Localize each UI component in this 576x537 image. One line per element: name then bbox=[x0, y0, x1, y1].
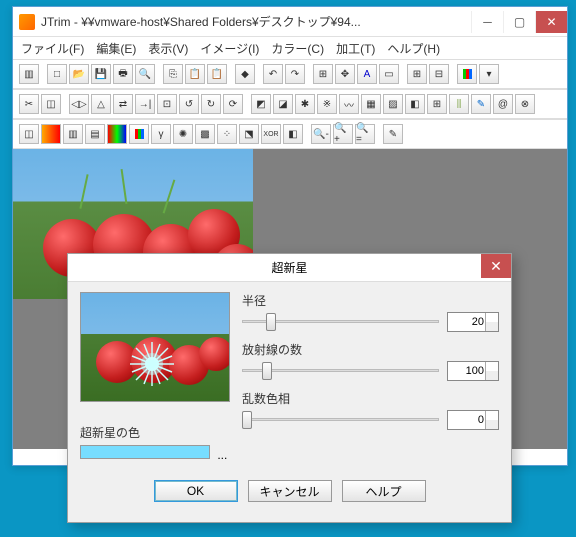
maximize-button[interactable]: ▢ bbox=[503, 11, 535, 33]
radius-slider[interactable] bbox=[242, 311, 439, 333]
new-icon[interactable]: □ bbox=[47, 64, 67, 84]
hue-slider[interactable] bbox=[242, 409, 439, 431]
burst-icon[interactable]: ✺ bbox=[173, 124, 193, 144]
checker-icon[interactable]: ▩ bbox=[195, 124, 215, 144]
open-icon[interactable]: 📂 bbox=[69, 64, 89, 84]
undo-icon[interactable]: ↶ bbox=[263, 64, 283, 84]
hue-icon[interactable] bbox=[107, 124, 127, 144]
redo-icon[interactable]: ↷ bbox=[285, 64, 305, 84]
move-icon[interactable]: ✥ bbox=[335, 64, 355, 84]
menu-edit[interactable]: 編集(E) bbox=[92, 38, 140, 59]
window-title: JTrim - ¥¥vmware-host¥Shared Folders¥デスク… bbox=[41, 13, 471, 30]
menu-bar: ファイル(F) 編集(E) 表示(V) イメージ(I) カラー(C) 加工(T)… bbox=[13, 37, 567, 59]
rays-slider[interactable] bbox=[242, 360, 439, 382]
rotr-icon[interactable]: ↻ bbox=[201, 94, 221, 114]
toolbar-2: ✂ ◫ ◁▷ △ ⇄ →| ⊡ ↺ ↻ ⟳ ◩ ◪ ✱ ※ 〰 ▦ ▨ ◧ ⊞ … bbox=[13, 89, 567, 119]
color-label: 超新星の色 bbox=[80, 424, 230, 441]
toolbar-1: ▥ □ 📂 💾 🖶 🔍 ⎘ 📋 📋 ◆ ↶ ↷ ⊞ ✥ A ▭ ⊞ ⊟ ▾ bbox=[13, 59, 567, 89]
ok-button[interactable]: OK bbox=[154, 480, 238, 502]
merge-icon[interactable]: ⊡ bbox=[157, 94, 177, 114]
menu-file[interactable]: ファイル(F) bbox=[17, 38, 88, 59]
blur-icon[interactable]: ✱ bbox=[295, 94, 315, 114]
supernova-icon bbox=[129, 341, 175, 387]
save-icon[interactable]: 💾 bbox=[91, 64, 111, 84]
resize-icon[interactable]: ⊞ bbox=[313, 64, 333, 84]
crop-icon[interactable]: ✂ bbox=[19, 94, 39, 114]
supernova-dialog: 超新星 ✕ bbox=[67, 253, 512, 523]
hue-spinner[interactable]: 0 bbox=[447, 410, 499, 430]
radius-spinner[interactable]: 20 bbox=[447, 312, 499, 332]
grad2-icon[interactable] bbox=[41, 124, 61, 144]
invert-icon[interactable]: ⬔ bbox=[239, 124, 259, 144]
tool-icon[interactable]: ▥ bbox=[19, 64, 39, 84]
rotate-icon[interactable]: ⟳ bbox=[223, 94, 243, 114]
menu-image[interactable]: イメージ(I) bbox=[196, 38, 263, 59]
app-icon bbox=[19, 14, 35, 30]
fx2-icon[interactable]: ◪ bbox=[273, 94, 293, 114]
fx1-icon[interactable]: ◩ bbox=[251, 94, 271, 114]
pen-icon[interactable]: ✎ bbox=[471, 94, 491, 114]
shift-icon[interactable]: ⇄ bbox=[113, 94, 133, 114]
film-icon[interactable]: ⊟ bbox=[429, 64, 449, 84]
paste2-icon[interactable]: 📋 bbox=[207, 64, 227, 84]
zoom-in-icon[interactable]: 🔍+ bbox=[333, 124, 353, 144]
zoom-out-icon[interactable]: 🔍- bbox=[311, 124, 331, 144]
color-icon[interactable] bbox=[457, 64, 477, 84]
dropdown-icon[interactable]: ▾ bbox=[479, 64, 499, 84]
eyedrop-icon[interactable]: ✎ bbox=[383, 124, 403, 144]
grid-icon[interactable]: ⊞ bbox=[407, 64, 427, 84]
noise-icon[interactable]: ▦ bbox=[361, 94, 381, 114]
radius-label: 半径 bbox=[242, 292, 499, 309]
hue-label: 乱数色相 bbox=[242, 390, 499, 407]
cut-icon[interactable]: ◫ bbox=[41, 94, 61, 114]
rotl-icon[interactable]: ↺ bbox=[179, 94, 199, 114]
menu-effect[interactable]: 加工(T) bbox=[332, 38, 379, 59]
color-swatch[interactable] bbox=[80, 445, 210, 459]
dialog-title: 超新星 bbox=[271, 259, 307, 276]
copy-icon[interactable]: ⎘ bbox=[163, 64, 183, 84]
preview-image bbox=[80, 292, 230, 402]
rgb-icon[interactable] bbox=[129, 124, 149, 144]
sharp-icon[interactable]: ※ bbox=[317, 94, 337, 114]
zoom-fit-icon[interactable]: 🔍= bbox=[355, 124, 375, 144]
wave-icon[interactable]: 〰 bbox=[339, 94, 359, 114]
menu-help[interactable]: ヘルプ(H) bbox=[383, 38, 444, 59]
gamma-icon[interactable]: γ bbox=[151, 124, 171, 144]
dialog-close-button[interactable]: ✕ bbox=[481, 254, 511, 278]
frame-icon[interactable]: ▭ bbox=[379, 64, 399, 84]
close-button[interactable]: ✕ bbox=[535, 11, 567, 33]
dot-icon[interactable]: ⁘ bbox=[217, 124, 237, 144]
print-icon[interactable]: 🖶 bbox=[113, 64, 133, 84]
rays-spinner[interactable]: 100 bbox=[447, 361, 499, 381]
preview-icon[interactable]: 🔍 bbox=[135, 64, 155, 84]
grad1-icon[interactable]: ◫ bbox=[19, 124, 39, 144]
grad3-icon[interactable]: ▥ bbox=[63, 124, 83, 144]
toolbar-3: ◫ ▥ ▤ γ ✺ ▩ ⁘ ⬔ XOR ◧ 🔍- 🔍+ 🔍= ✎ bbox=[13, 119, 567, 149]
fliph-icon[interactable]: ◁▷ bbox=[69, 94, 89, 114]
cancel-button[interactable]: キャンセル bbox=[248, 480, 332, 502]
titlebar: JTrim - ¥¥vmware-host¥Shared Folders¥デスク… bbox=[13, 7, 567, 37]
menu-color[interactable]: カラー(C) bbox=[267, 38, 328, 59]
grad4-icon[interactable]: ▤ bbox=[85, 124, 105, 144]
paste-icon[interactable]: 📋 bbox=[185, 64, 205, 84]
fill-icon[interactable]: ◆ bbox=[235, 64, 255, 84]
fx5-icon[interactable]: ⊞ bbox=[427, 94, 447, 114]
dialog-titlebar: 超新星 ✕ bbox=[68, 254, 511, 282]
fence-icon[interactable]: ⫼ bbox=[449, 94, 469, 114]
fx3-icon[interactable]: ▨ bbox=[383, 94, 403, 114]
color-picker-button[interactable]: ... bbox=[217, 448, 227, 462]
half-icon[interactable]: ◧ bbox=[283, 124, 303, 144]
help-button[interactable]: ヘルプ bbox=[342, 480, 426, 502]
minimize-button[interactable]: ─ bbox=[471, 11, 503, 33]
xor-icon[interactable]: XOR bbox=[261, 124, 281, 144]
spiral-icon[interactable]: @ bbox=[493, 94, 513, 114]
menu-view[interactable]: 表示(V) bbox=[144, 38, 192, 59]
flipv-icon[interactable]: △ bbox=[91, 94, 111, 114]
fx4-icon[interactable]: ◧ bbox=[405, 94, 425, 114]
rays-label: 放射線の数 bbox=[242, 341, 499, 358]
center-icon[interactable]: →| bbox=[135, 94, 155, 114]
text-icon[interactable]: A bbox=[357, 64, 377, 84]
fx6-icon[interactable]: ⊗ bbox=[515, 94, 535, 114]
